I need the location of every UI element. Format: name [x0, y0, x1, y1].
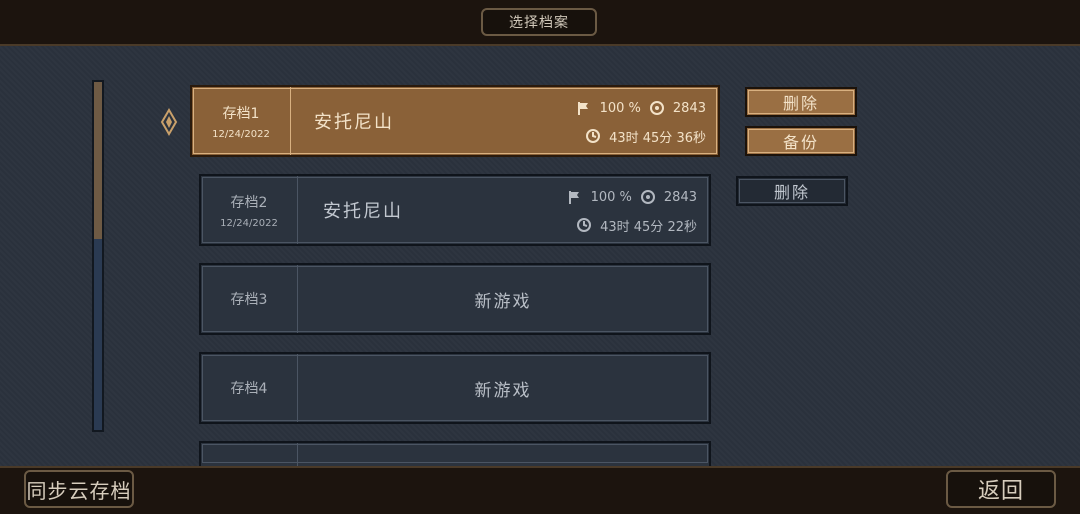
scrollbar[interactable] — [92, 80, 104, 432]
save-slot-5[interactable] — [199, 441, 711, 466]
slot-header: 存档2 12/24/2022 — [201, 176, 298, 244]
top-bar: 选择档案 — [0, 0, 1080, 46]
slot-stats: 100 % 2843 43时 45分 22秒 — [567, 186, 697, 236]
slot-date: 12/24/2022 — [212, 128, 270, 140]
slot-header: 存档1 12/24/2022 — [192, 87, 291, 155]
delete-button[interactable]: 删除 — [736, 176, 848, 206]
bottom-bar — [0, 466, 1080, 514]
new-game-label: 新游戏 — [474, 291, 532, 312]
slot-header: 存档3 — [201, 265, 298, 333]
slot-location: 安托尼山 — [323, 201, 403, 222]
play-time: 43时 45分 22秒 — [600, 219, 697, 235]
coin-count: 2843 — [663, 189, 697, 205]
selector-diamond-icon — [160, 108, 178, 136]
slot-stats: 100 % 2843 43时 45分 36秒 — [576, 97, 706, 147]
save-slot-4[interactable]: 存档4 新游戏 — [199, 352, 711, 424]
slot-label: 存档1 — [222, 105, 260, 122]
slot-label: 存档4 — [230, 381, 268, 397]
scrollbar-thumb[interactable] — [94, 82, 102, 239]
slot-location: 安托尼山 — [314, 112, 394, 133]
new-game-label: 新游戏 — [474, 380, 532, 401]
slot-header: 存档4 — [201, 354, 298, 422]
slot-date: 12/24/2022 — [220, 217, 278, 229]
sync-cloud-save-button[interactable]: 同步云存档 — [24, 470, 134, 508]
slot-header — [201, 443, 298, 466]
slot-label: 存档2 — [230, 194, 268, 211]
back-button[interactable]: 返回 — [946, 470, 1056, 508]
flag-icon — [568, 191, 579, 204]
slot-label: 存档3 — [230, 292, 268, 308]
progress-value: 100 % — [590, 189, 632, 205]
clock-icon — [586, 129, 601, 143]
clock-icon — [577, 218, 592, 232]
save-slot-3[interactable]: 存档3 新游戏 — [199, 263, 711, 335]
play-time: 43时 45分 36秒 — [609, 130, 706, 146]
coin-icon — [640, 190, 655, 204]
save-slot-1[interactable]: 存档1 12/24/2022 安托尼山 100 % 2843 43时 45分 3… — [190, 85, 720, 157]
coin-icon — [649, 101, 664, 115]
coin-count: 2843 — [672, 100, 706, 116]
page-title: 选择档案 — [481, 8, 597, 36]
background — [0, 0, 1080, 512]
backup-button[interactable]: 备份 — [745, 126, 857, 156]
save-slot-2[interactable]: 存档2 12/24/2022 安托尼山 100 % 2843 43时 45分 2… — [199, 174, 711, 246]
delete-button[interactable]: 删除 — [745, 87, 857, 117]
progress-value: 100 % — [599, 100, 641, 116]
flag-icon — [577, 102, 588, 115]
